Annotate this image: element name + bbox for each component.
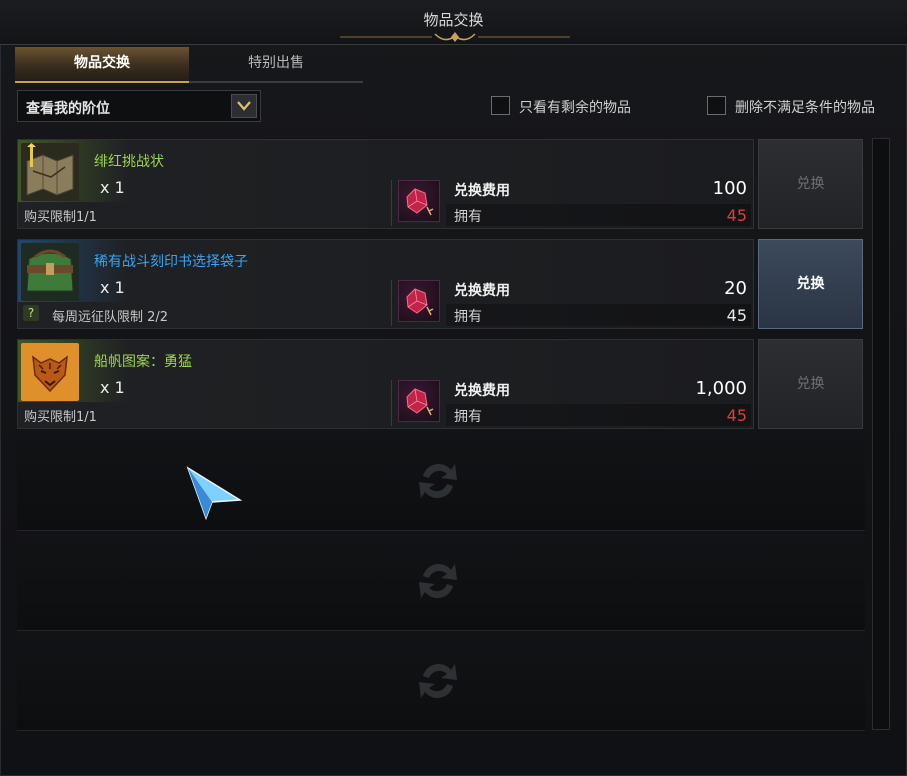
item-quantity: x 1 xyxy=(100,278,125,297)
exchange-row-2: 稀有战斗刻印书选择袋子 x 1 ? 每周远征队限制 2/2 兑换费用 20 拥有… xyxy=(17,239,754,329)
cost-label: 兑换费用 xyxy=(454,183,510,199)
dropdown-selected-value: 查看我的阶位 xyxy=(26,101,110,117)
chevron-down-icon[interactable] xyxy=(231,94,257,118)
crimson-gem-icon xyxy=(398,180,440,222)
remove-unmet-label: 删除不满足条件的物品 xyxy=(735,100,875,116)
item-name: 船帆图案：勇猛 xyxy=(94,354,192,370)
title-ornament-icon xyxy=(340,32,570,42)
owned-value: 45 xyxy=(726,406,747,425)
crimson-gem-icon xyxy=(398,380,440,422)
item-name: 稀有战斗刻印书选择袋子 xyxy=(94,254,248,270)
title-bar: 物品交换 xyxy=(0,0,907,45)
refresh-icon xyxy=(419,463,457,499)
remaining-only-option[interactable]: 只看有剩余的物品 xyxy=(491,96,661,118)
cost-label: 兑换费用 xyxy=(454,283,510,299)
owned-label: 拥有 xyxy=(454,209,482,225)
rank-filter-dropdown[interactable]: 查看我的阶位 xyxy=(17,90,261,122)
exchange-button-1[interactable]: 兑换 xyxy=(758,139,863,229)
help-icon[interactable]: ? xyxy=(23,305,39,321)
cost-label: 兑换费用 xyxy=(454,383,510,399)
list-scrollbar[interactable] xyxy=(872,138,890,730)
item-exchange-window: 物品交换 物品交换 特别出售 查看我的阶位 只看有剩余的物品 删除不满足条件的物… xyxy=(0,0,907,776)
exchange-button-2[interactable]: 兑换 xyxy=(758,239,863,329)
refresh-icon xyxy=(419,563,457,599)
owned-label: 拥有 xyxy=(454,309,482,325)
window-title: 物品交换 xyxy=(423,11,484,29)
owned-label: 拥有 xyxy=(454,409,482,425)
item-name: 绯红挑战状 xyxy=(94,154,164,170)
remaining-only-checkbox[interactable] xyxy=(491,96,510,115)
owned-value: 45 xyxy=(726,206,747,225)
weekly-limit: 每周远征队限制 2/2 xyxy=(52,310,169,325)
cost-value: 20 xyxy=(724,278,747,299)
cost-value: 100 xyxy=(712,178,747,199)
cost-value: 1,000 xyxy=(695,378,747,399)
mouse-cursor-icon xyxy=(186,466,243,520)
map-scroll-icon xyxy=(21,143,79,201)
green-bag-icon xyxy=(21,243,79,301)
remove-unmet-option[interactable]: 删除不满足条件的物品 xyxy=(707,96,899,118)
purchase-limit: 购买限制1/1 xyxy=(24,410,97,425)
exchange-list: 绯红挑战状 x 1 购买限制1/1 兑换费用 100 拥有 45 兑换 稀有战斗… xyxy=(17,136,865,734)
empty-slot xyxy=(17,434,865,531)
owned-value: 45 xyxy=(726,306,747,325)
empty-slot xyxy=(17,534,865,631)
exchange-row-1: 绯红挑战状 x 1 购买限制1/1 兑换费用 100 拥有 45 xyxy=(17,139,754,229)
tiger-emblem-icon xyxy=(21,343,79,401)
refresh-icon xyxy=(419,663,457,699)
item-quantity: x 1 xyxy=(100,178,125,197)
purchase-limit: 购买限制1/1 xyxy=(24,210,97,225)
exchange-row-3: 船帆图案：勇猛 x 1 购买限制1/1 兑换费用 1,000 拥有 45 xyxy=(17,339,754,429)
crimson-gem-icon xyxy=(398,280,440,322)
tab-item-exchange[interactable]: 物品交换 xyxy=(15,47,189,83)
tab-special-sale[interactable]: 特别出售 xyxy=(189,47,363,83)
remaining-only-label: 只看有剩余的物品 xyxy=(519,100,631,116)
empty-slot xyxy=(17,634,865,731)
item-quantity: x 1 xyxy=(100,378,125,397)
remove-unmet-checkbox[interactable] xyxy=(707,96,726,115)
exchange-button-3[interactable]: 兑换 xyxy=(758,339,863,429)
